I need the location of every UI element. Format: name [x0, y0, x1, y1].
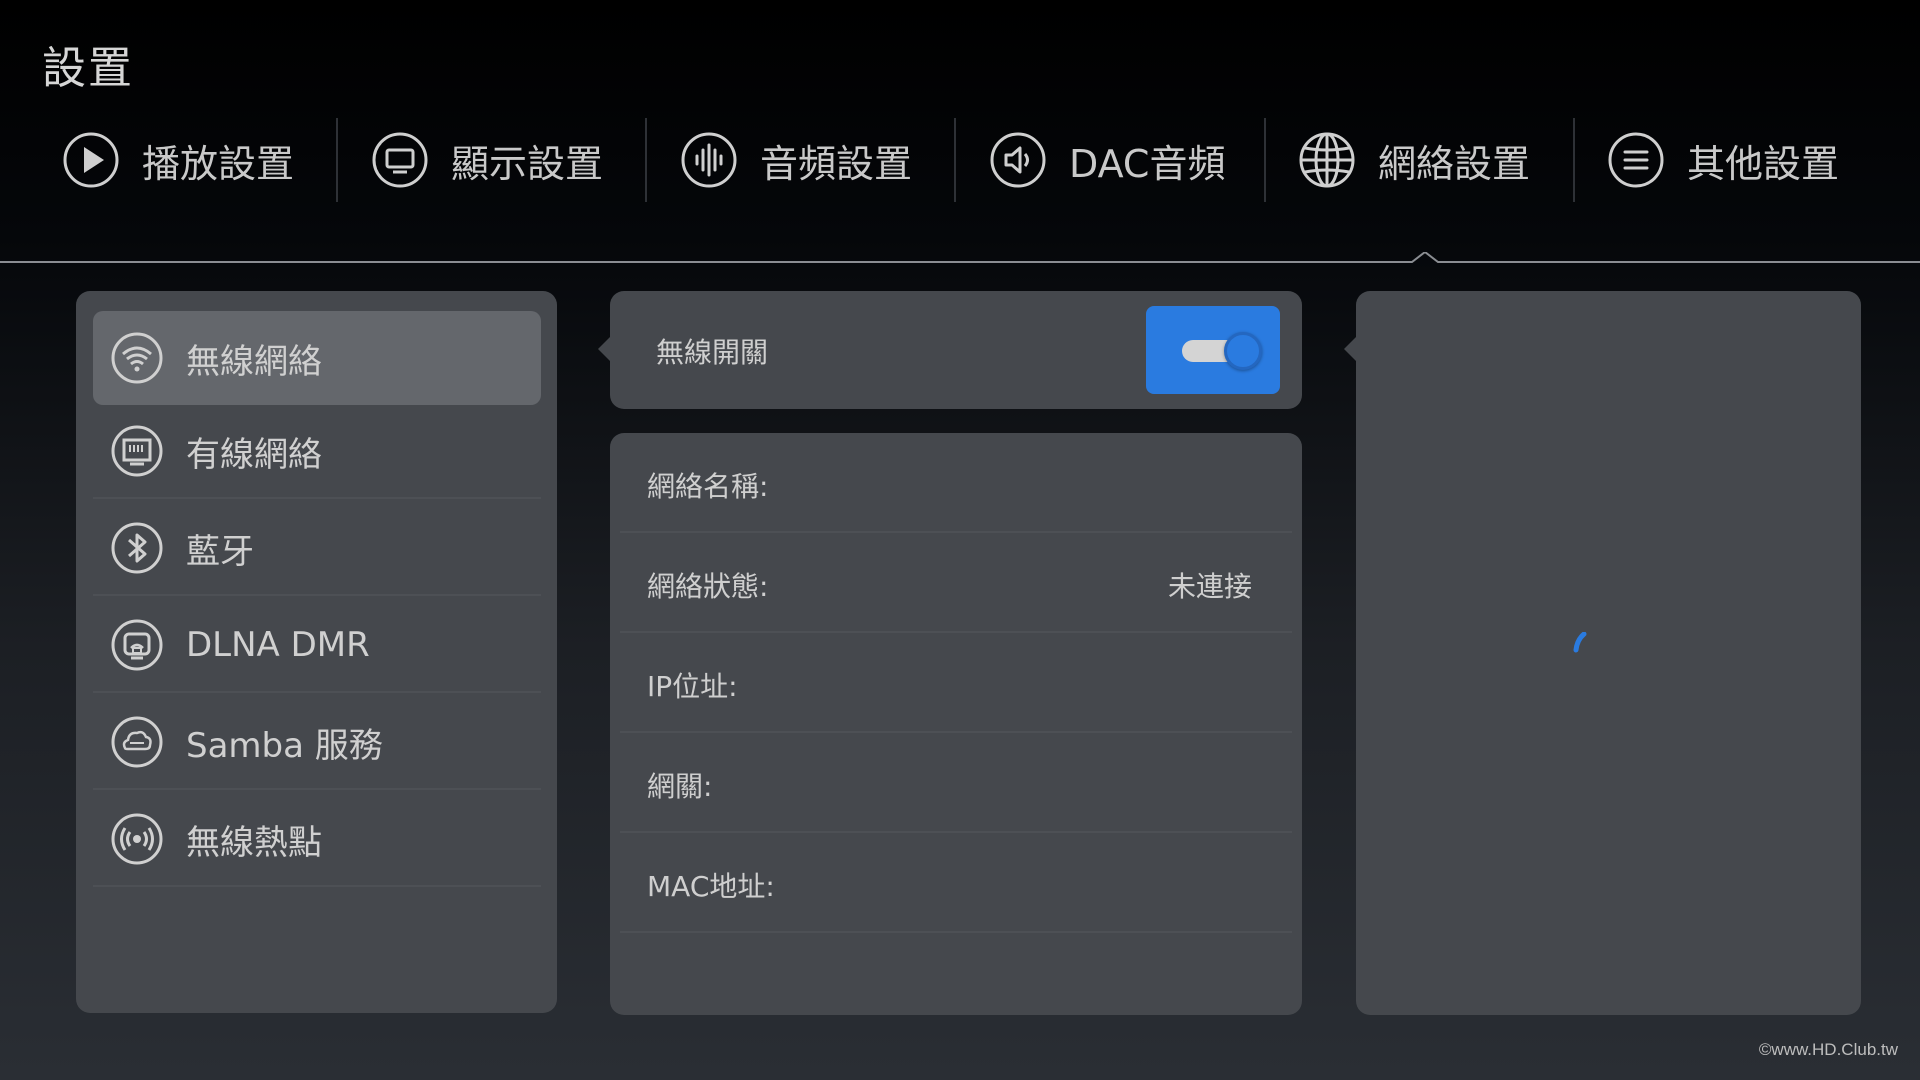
info-label: 網關: [647, 770, 713, 803]
bluetooth-icon [111, 522, 163, 574]
sidebar-item-bluetooth[interactable]: 藍牙 [93, 502, 541, 596]
page-title: 設置 [42, 43, 134, 94]
info-label: 網絡名稱: [647, 470, 769, 503]
tab-label: 音頻設置 [760, 141, 913, 186]
menu-list-icon [1608, 132, 1664, 188]
tab-dac-audio[interactable]: DAC音頻 [989, 118, 1225, 202]
tab-label: 播放設置 [142, 141, 295, 186]
info-row-gateway: 網關: [620, 733, 1292, 833]
sidebar-item-samba-service[interactable]: Samba 服務 [93, 696, 541, 790]
info-label: IP位址: [647, 670, 738, 703]
ethernet-port-icon [111, 425, 163, 477]
panel-pointer [1344, 337, 1356, 361]
tab-label: 其他設置 [1687, 141, 1840, 186]
tab-underline-indicator [0, 252, 1920, 263]
sidebar-item-dlna-dmr[interactable]: DLNA DMR [93, 599, 541, 693]
tab-network-settings[interactable]: 網絡設置 [1298, 118, 1530, 202]
network-sidebar: 無線網絡 有線網絡 藍牙 DLNA DMR Samba 服務 無線熱點 [76, 291, 557, 1013]
tab-playback-settings[interactable]: 播放設置 [62, 118, 294, 202]
loading-spinner-icon [1573, 632, 1587, 653]
info-row-mac-address: MAC地址: [620, 833, 1292, 933]
sidebar-item-wireless-network[interactable]: 無線網絡 [93, 311, 541, 405]
info-label: MAC地址: [647, 870, 775, 903]
tab-other-settings[interactable]: 其他設置 [1607, 118, 1839, 202]
panel-pointer [598, 337, 610, 361]
tab-audio-settings[interactable]: 音頻設置 [680, 118, 912, 202]
play-icon [63, 132, 119, 188]
watermark: ©www.HD.Club.tw [1758, 1040, 1898, 1059]
hotspot-icon [111, 813, 163, 865]
dlna-cast-icon [111, 619, 163, 671]
wifi-icon [111, 332, 163, 384]
wireless-switch-row: 無線開關 [610, 291, 1302, 409]
sidebar-item-label: 有線網絡 [186, 434, 322, 475]
tab-divider [645, 118, 647, 202]
info-row-network-status: 網絡狀態: 未連接 [620, 533, 1292, 633]
sidebar-item-label: 藍牙 [186, 531, 254, 572]
samba-cloud-icon [111, 716, 163, 768]
sidebar-item-wireless-hotspot[interactable]: 無線熱點 [93, 793, 541, 887]
tab-label: 顯示設置 [451, 141, 604, 186]
tab-divider [1573, 118, 1575, 202]
wifi-scan-list-panel [1356, 291, 1861, 1015]
sidebar-item-label: 無線網絡 [186, 341, 322, 382]
sidebar-item-label: 無線熱點 [186, 822, 322, 863]
sidebar-item-wired-network[interactable]: 有線網絡 [93, 405, 541, 499]
sidebar-item-label: DLNA DMR [186, 625, 370, 665]
tab-divider [336, 118, 338, 202]
tab-display-settings[interactable]: 顯示設置 [371, 118, 603, 202]
network-info-panel: 網絡名稱: 網絡狀態: 未連接 IP位址: 網關: MAC地址: [610, 433, 1302, 1015]
info-row-ip-address: IP位址: [620, 633, 1292, 733]
sidebar-item-label: Samba 服務 [186, 725, 383, 766]
audio-waveform-icon [681, 132, 737, 188]
tab-divider [954, 118, 956, 202]
wireless-switch-label: 無線開關 [656, 336, 769, 369]
speaker-icon [990, 132, 1046, 188]
info-value: 未連接 [1167, 570, 1252, 603]
wireless-switch-toggle[interactable] [1146, 306, 1280, 394]
tab-label: 網絡設置 [1378, 141, 1531, 186]
info-row-network-name: 網絡名稱: [620, 433, 1292, 533]
monitor-icon [372, 132, 428, 188]
info-label: 網絡狀態: [647, 570, 769, 603]
settings-tab-bar: 播放設置 顯示設置 音頻設置 DAC音頻 網絡設置 其他設置 [0, 118, 1920, 202]
tab-label: DAC音頻 [1069, 141, 1226, 186]
tab-divider [1264, 118, 1266, 202]
globe-icon [1299, 132, 1355, 188]
toggle-thumb [1224, 332, 1262, 370]
